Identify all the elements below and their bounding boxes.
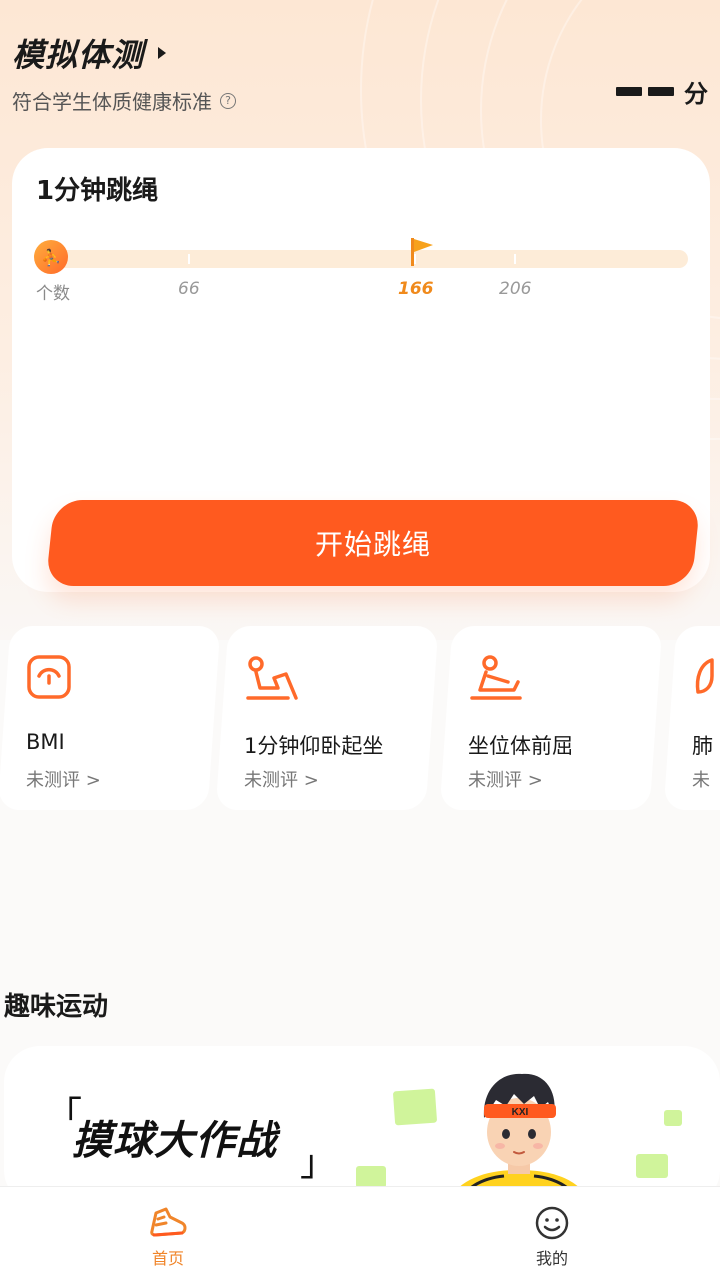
- fun-section-title: 趣味运动: [4, 992, 109, 1022]
- test-status: 未测评 >: [26, 770, 101, 791]
- score-placeholder-dash: [648, 87, 674, 96]
- page-title: 模拟体测: [12, 36, 145, 74]
- lung-icon: [695, 658, 714, 694]
- tab-home-label: 首页: [151, 1249, 184, 1268]
- start-button-label: 开始跳绳: [314, 528, 431, 561]
- test-name: 坐位体前屈: [468, 734, 573, 758]
- test-card-situp[interactable]: 1分钟仰卧起坐 未测评 >: [215, 626, 439, 810]
- progress-track: [38, 250, 688, 268]
- sneaker-icon: [150, 1207, 187, 1237]
- bmi-scale-icon: [27, 655, 71, 699]
- page-title-switch[interactable]: 模拟体测: [12, 30, 167, 76]
- card-title: 1分钟跳绳: [36, 176, 159, 206]
- progress-tick: [188, 254, 190, 264]
- standard-note[interactable]: 符合学生体质健康标准 ?: [12, 86, 236, 115]
- test-card-bmi[interactable]: BMI 未测评 >: [0, 626, 221, 810]
- tab-mine[interactable]: 我的: [492, 1205, 612, 1269]
- start-jump-rope-button[interactable]: 开始跳绳: [45, 500, 701, 586]
- score-placeholder-dash: [616, 87, 642, 96]
- bracket-close: 」: [300, 1143, 337, 1184]
- tick-label: 66: [178, 279, 200, 299]
- jump-rope-card: 1分钟跳绳 ⛹ 个数 66 166 206 开始跳绳: [12, 148, 710, 592]
- test-status: 未测评 >: [468, 770, 543, 791]
- decor-square: [664, 1110, 682, 1126]
- test-status: 未测评 >: [244, 770, 319, 791]
- situp-icon: [246, 656, 298, 700]
- goal-tick-label: 166: [398, 279, 434, 299]
- help-icon[interactable]: ?: [220, 92, 236, 109]
- subtitle-text: 符合学生体质健康标准: [12, 90, 212, 114]
- smiley-icon: [535, 1206, 569, 1240]
- game-card-touch-ball[interactable]: 「 摸球大作战 」 KXI: [4, 1046, 720, 1206]
- headband-text: KXI: [512, 1107, 529, 1118]
- decor-square: [356, 1166, 386, 1188]
- decor-square: [636, 1154, 668, 1178]
- test-name: 1分钟仰卧起坐: [244, 734, 384, 758]
- game-title: 摸球大作战: [72, 1118, 277, 1164]
- bottom-tab-bar: 首页 我的: [0, 1186, 720, 1280]
- tab-mine-label: 我的: [535, 1249, 568, 1268]
- test-card-sit-reach[interactable]: 坐位体前屈 未测评 >: [439, 626, 663, 810]
- test-status: 未: [692, 770, 710, 791]
- progress-tick: [514, 254, 516, 264]
- test-card-lung[interactable]: 肺 未: [663, 626, 720, 810]
- sit-reach-icon: [470, 655, 522, 700]
- tick-label: 206: [499, 279, 532, 299]
- score-unit: 分: [684, 80, 708, 108]
- score-display: 分: [616, 74, 708, 109]
- test-list: BMI 未测评 > 1分钟仰卧起坐 未测评 > 坐位体前屈 未测评 > 肺 未: [0, 626, 720, 812]
- runner-icon: ⛹: [34, 240, 68, 274]
- caret-right-icon: [158, 47, 167, 59]
- goal-flag-icon: [411, 238, 433, 266]
- test-name: 肺: [692, 734, 713, 758]
- axis-label: 个数: [36, 284, 70, 304]
- test-name: BMI: [26, 730, 65, 754]
- mascot-illustration: KXI: [445, 1073, 593, 1206]
- tab-home[interactable]: 首页: [108, 1205, 228, 1269]
